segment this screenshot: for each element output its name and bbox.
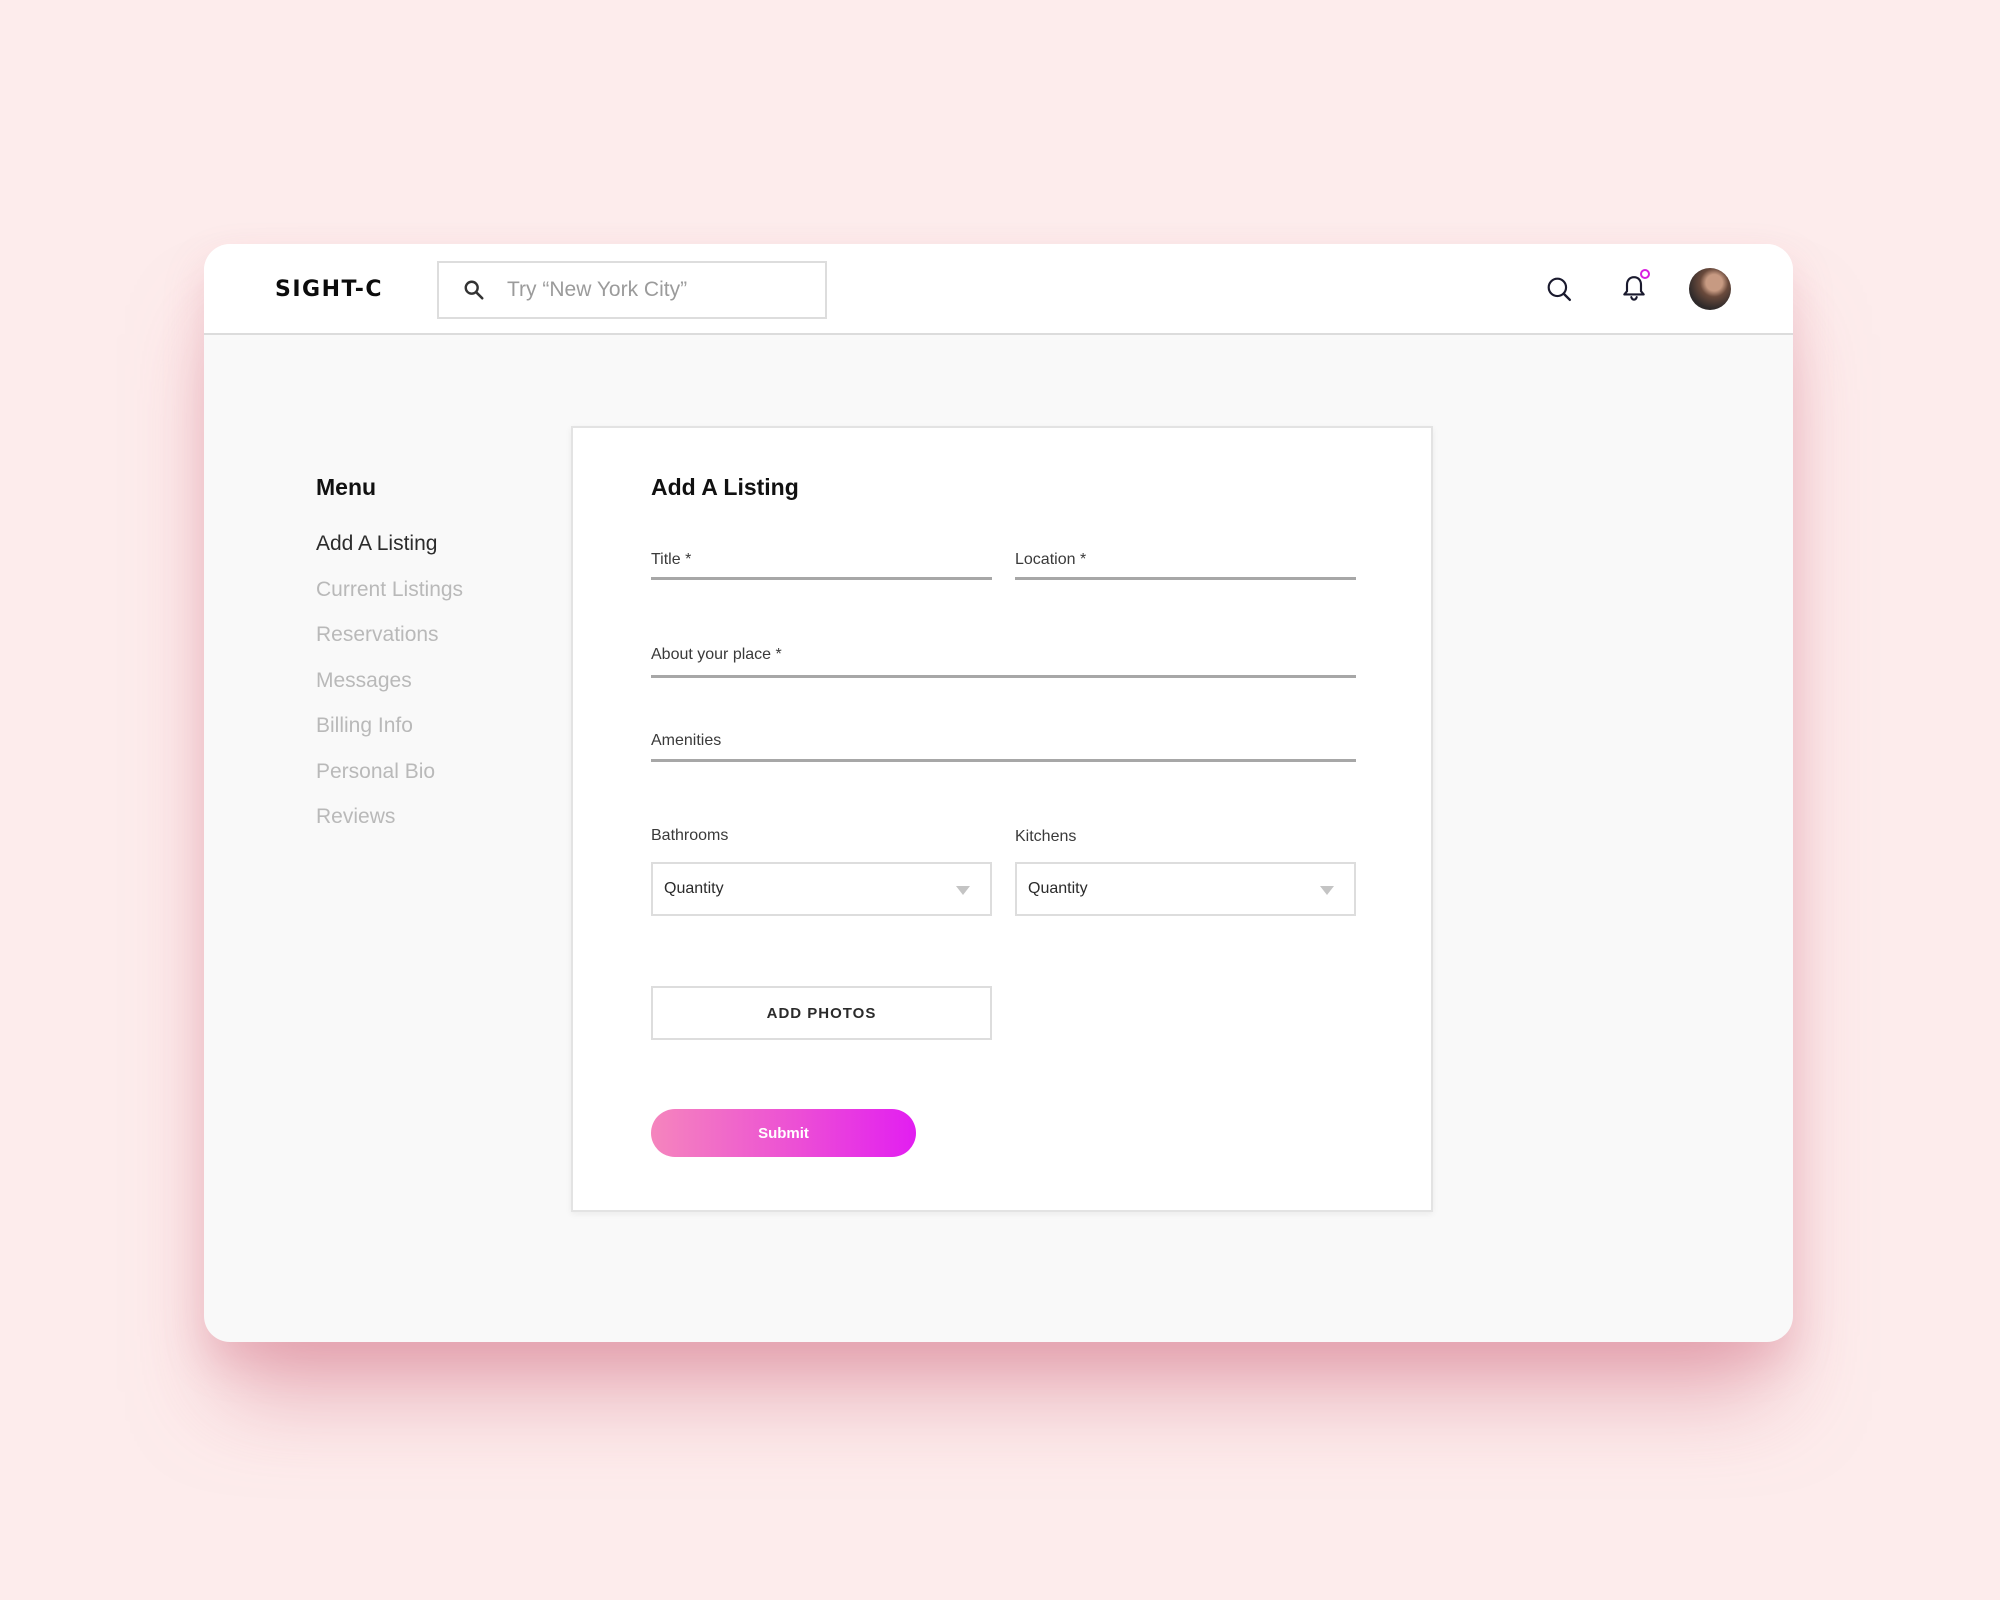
sidebar-item-billing-info[interactable]: Billing Info (316, 703, 463, 749)
sidebar-item-current-listings[interactable]: Current Listings (316, 567, 463, 613)
location-input[interactable] (1015, 547, 1356, 577)
bathrooms-label: Bathrooms (651, 827, 729, 844)
submit-button[interactable]: Submit (651, 1109, 916, 1157)
chevron-down-icon (956, 886, 970, 895)
brand-logo[interactable]: SIGHT-C (275, 277, 383, 302)
about-field[interactable]: About your place * (651, 642, 1356, 678)
form-title: Add A Listing (651, 474, 799, 500)
sidebar-item-reservations[interactable]: Reservations (316, 612, 463, 658)
add-photos-button[interactable]: ADD PHOTOS (651, 986, 992, 1040)
search-input[interactable] (505, 277, 805, 303)
top-navigation-bar: SIGHT-C (204, 244, 1793, 335)
sidebar-item-personal-bio[interactable]: Personal Bio (316, 749, 463, 795)
sidebar-menu: Menu Add A Listing Current Listings Rese… (316, 474, 463, 840)
bathrooms-selected-value: Quantity (664, 880, 724, 897)
about-input[interactable] (651, 645, 1356, 675)
menu-title: Menu (316, 474, 377, 500)
chevron-down-icon (1320, 886, 1334, 895)
search-bar[interactable] (437, 261, 827, 319)
sidebar-item-reviews[interactable]: Reviews (316, 794, 463, 840)
app-window: SIGHT-C Menu A (204, 244, 1793, 1342)
notification-dot (1640, 269, 1650, 279)
search-icon (461, 277, 487, 303)
title-input[interactable] (651, 547, 992, 577)
user-avatar[interactable] (1689, 268, 1731, 310)
search-icon (1547, 277, 1572, 302)
add-listing-form: Add A Listing Title * Location * About y… (571, 426, 1433, 1212)
header-search-button[interactable] (1541, 271, 1577, 307)
kitchens-label: Kitchens (1015, 828, 1077, 845)
kitchens-select[interactable]: Quantity (1015, 862, 1356, 916)
notifications-button[interactable] (1616, 269, 1652, 307)
sidebar-item-messages[interactable]: Messages (316, 658, 463, 704)
amenities-input[interactable] (651, 729, 1356, 759)
location-field[interactable]: Location * (1015, 547, 1356, 580)
kitchens-selected-value: Quantity (1028, 880, 1088, 897)
title-field[interactable]: Title * (651, 547, 992, 580)
bathrooms-select[interactable]: Quantity (651, 862, 992, 916)
sidebar-item-add-listing[interactable]: Add A Listing (316, 521, 463, 567)
amenities-field[interactable]: Amenities (651, 728, 1356, 762)
